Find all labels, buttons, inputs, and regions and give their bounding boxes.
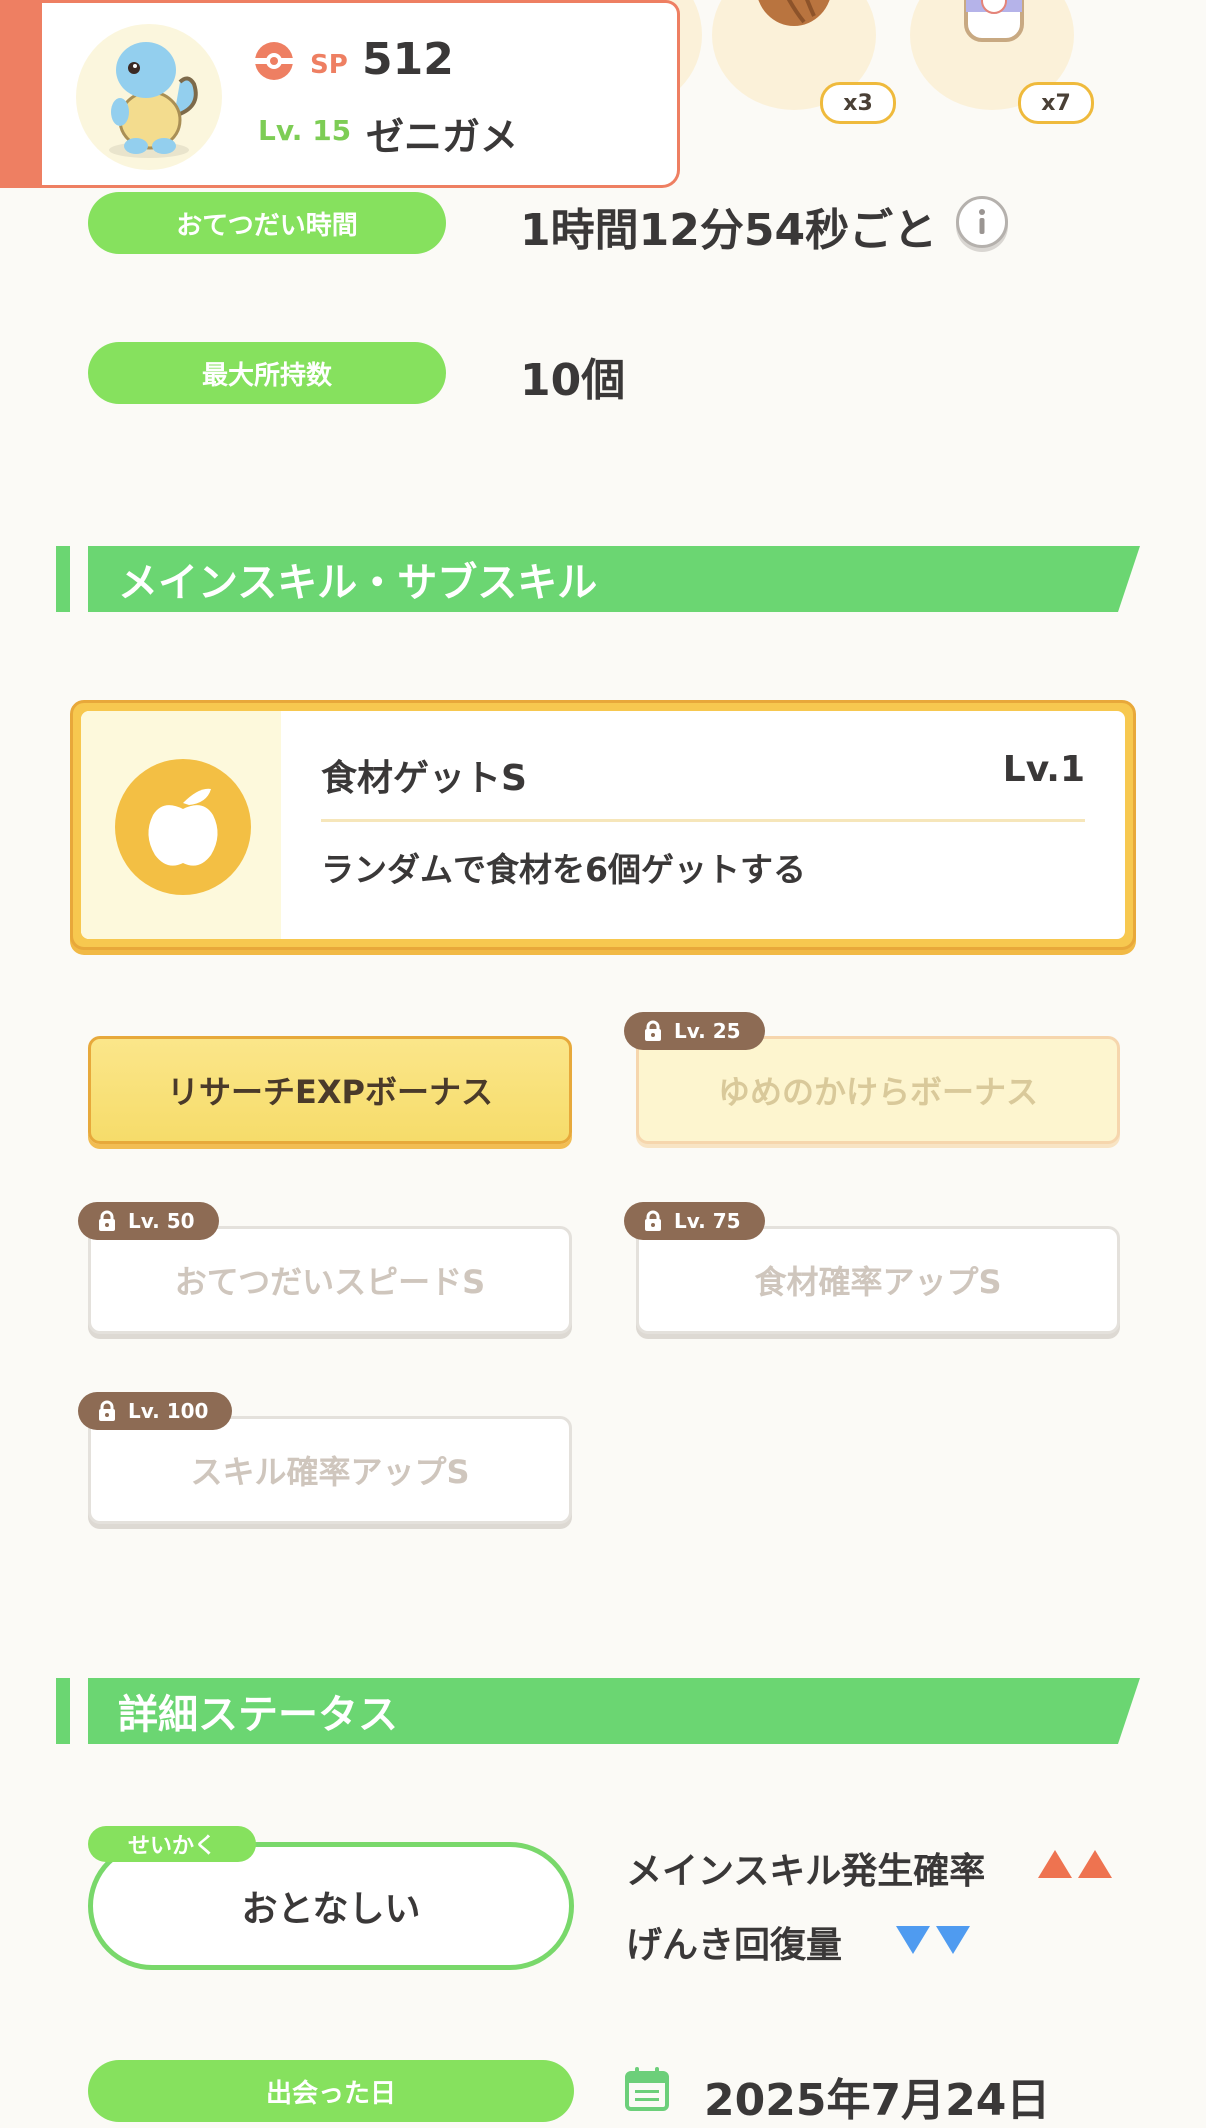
down-arrows bbox=[896, 1926, 970, 1954]
sp-value: 512 bbox=[362, 34, 454, 85]
calendar-icon bbox=[625, 2067, 669, 2111]
info-icon bbox=[979, 209, 985, 234]
pokemon-card-accent-stripe bbox=[0, 0, 42, 188]
pokeball-sp-icon bbox=[255, 42, 293, 80]
unlock-level-tag-5: Lv. 100 bbox=[78, 1392, 233, 1430]
nature-tag: せいかく bbox=[88, 1826, 256, 1862]
unlock-level-text-5: Lv. 100 bbox=[128, 1399, 209, 1423]
help-interval-value: 1時間12分54秒ごと bbox=[520, 205, 938, 256]
pokemon-name: ゼニガメ bbox=[366, 115, 519, 159]
cacao-icon bbox=[758, 0, 830, 26]
item-count-cacao: x3 bbox=[820, 82, 896, 124]
apple-icon bbox=[148, 788, 218, 866]
unlock-level-text-2: Lv. 25 bbox=[674, 1019, 741, 1043]
met-date-label: 出会った日 bbox=[88, 2060, 574, 2122]
lock-icon bbox=[99, 1400, 115, 1421]
main-skill-divider bbox=[321, 819, 1085, 822]
section-marker bbox=[56, 546, 70, 612]
section-header-details: 詳細ステータス bbox=[88, 1678, 1140, 1744]
sub-skill-button-4[interactable]: 食材確率アップS bbox=[636, 1226, 1120, 1334]
unlock-level-tag-2: Lv. 25 bbox=[624, 1012, 765, 1050]
section-header-skills: メインスキル・サブスキル bbox=[88, 546, 1140, 612]
main-skill-card-inner: 食材ゲットS Lv.1 ランダムで食材を6個ゲットする bbox=[81, 711, 1125, 939]
down-arrow-icon bbox=[936, 1926, 970, 1954]
nature-effect-up-label: メインスキル発生確率 bbox=[626, 1851, 986, 1892]
lock-icon bbox=[99, 1210, 115, 1231]
main-skill-description: ランダムで食材を6個ゲットする bbox=[321, 850, 806, 889]
max-carry-label: 最大所持数 bbox=[88, 342, 446, 404]
up-arrow-icon bbox=[1038, 1850, 1072, 1878]
lock-icon bbox=[645, 1020, 661, 1041]
sp-label: SP bbox=[310, 50, 348, 80]
up-arrow-icon bbox=[1078, 1850, 1112, 1878]
down-arrow-icon bbox=[896, 1926, 930, 1954]
unlock-level-text-3: Lv. 50 bbox=[128, 1209, 195, 1233]
main-skill-card[interactable]: 食材ゲットS Lv.1 ランダムで食材を6個ゲットする bbox=[70, 700, 1136, 950]
lock-icon bbox=[645, 1210, 661, 1231]
item-count-milk: x7 bbox=[1018, 82, 1094, 124]
main-skill-level: Lv.1 bbox=[1002, 749, 1085, 790]
unlock-level-text-4: Lv. 75 bbox=[674, 1209, 741, 1233]
milk-bottle-icon bbox=[964, 0, 1024, 42]
info-button[interactable] bbox=[956, 196, 1008, 248]
unlock-level-tag-3: Lv. 50 bbox=[78, 1202, 219, 1240]
pokemon-level: Lv. 15 bbox=[258, 114, 352, 147]
main-skill-icon-circle bbox=[115, 759, 251, 895]
nature-effect-down-label: げんき回復量 bbox=[626, 1925, 843, 1966]
section-marker bbox=[56, 1678, 70, 1744]
unlock-level-tag-4: Lv. 75 bbox=[624, 1202, 765, 1240]
sub-skill-button-1[interactable]: リサーチEXPボーナス bbox=[88, 1036, 572, 1144]
squirtle-icon bbox=[109, 42, 198, 158]
sub-skill-button-5[interactable]: スキル確率アップS bbox=[88, 1416, 572, 1524]
sub-skill-button-2[interactable]: ゆめのかけらボーナス bbox=[636, 1036, 1120, 1144]
up-arrows bbox=[1038, 1850, 1112, 1878]
sub-skill-button-3[interactable]: おてつだいスピードS bbox=[88, 1226, 572, 1334]
max-carry-value: 10個 bbox=[520, 355, 626, 406]
pokemon-avatar bbox=[76, 24, 222, 170]
main-skill-name: 食材ゲットS bbox=[321, 758, 527, 799]
met-date-value: 2025年7月24日 bbox=[704, 2075, 1051, 2126]
help-interval-label: おてつだい時間 bbox=[88, 192, 446, 254]
